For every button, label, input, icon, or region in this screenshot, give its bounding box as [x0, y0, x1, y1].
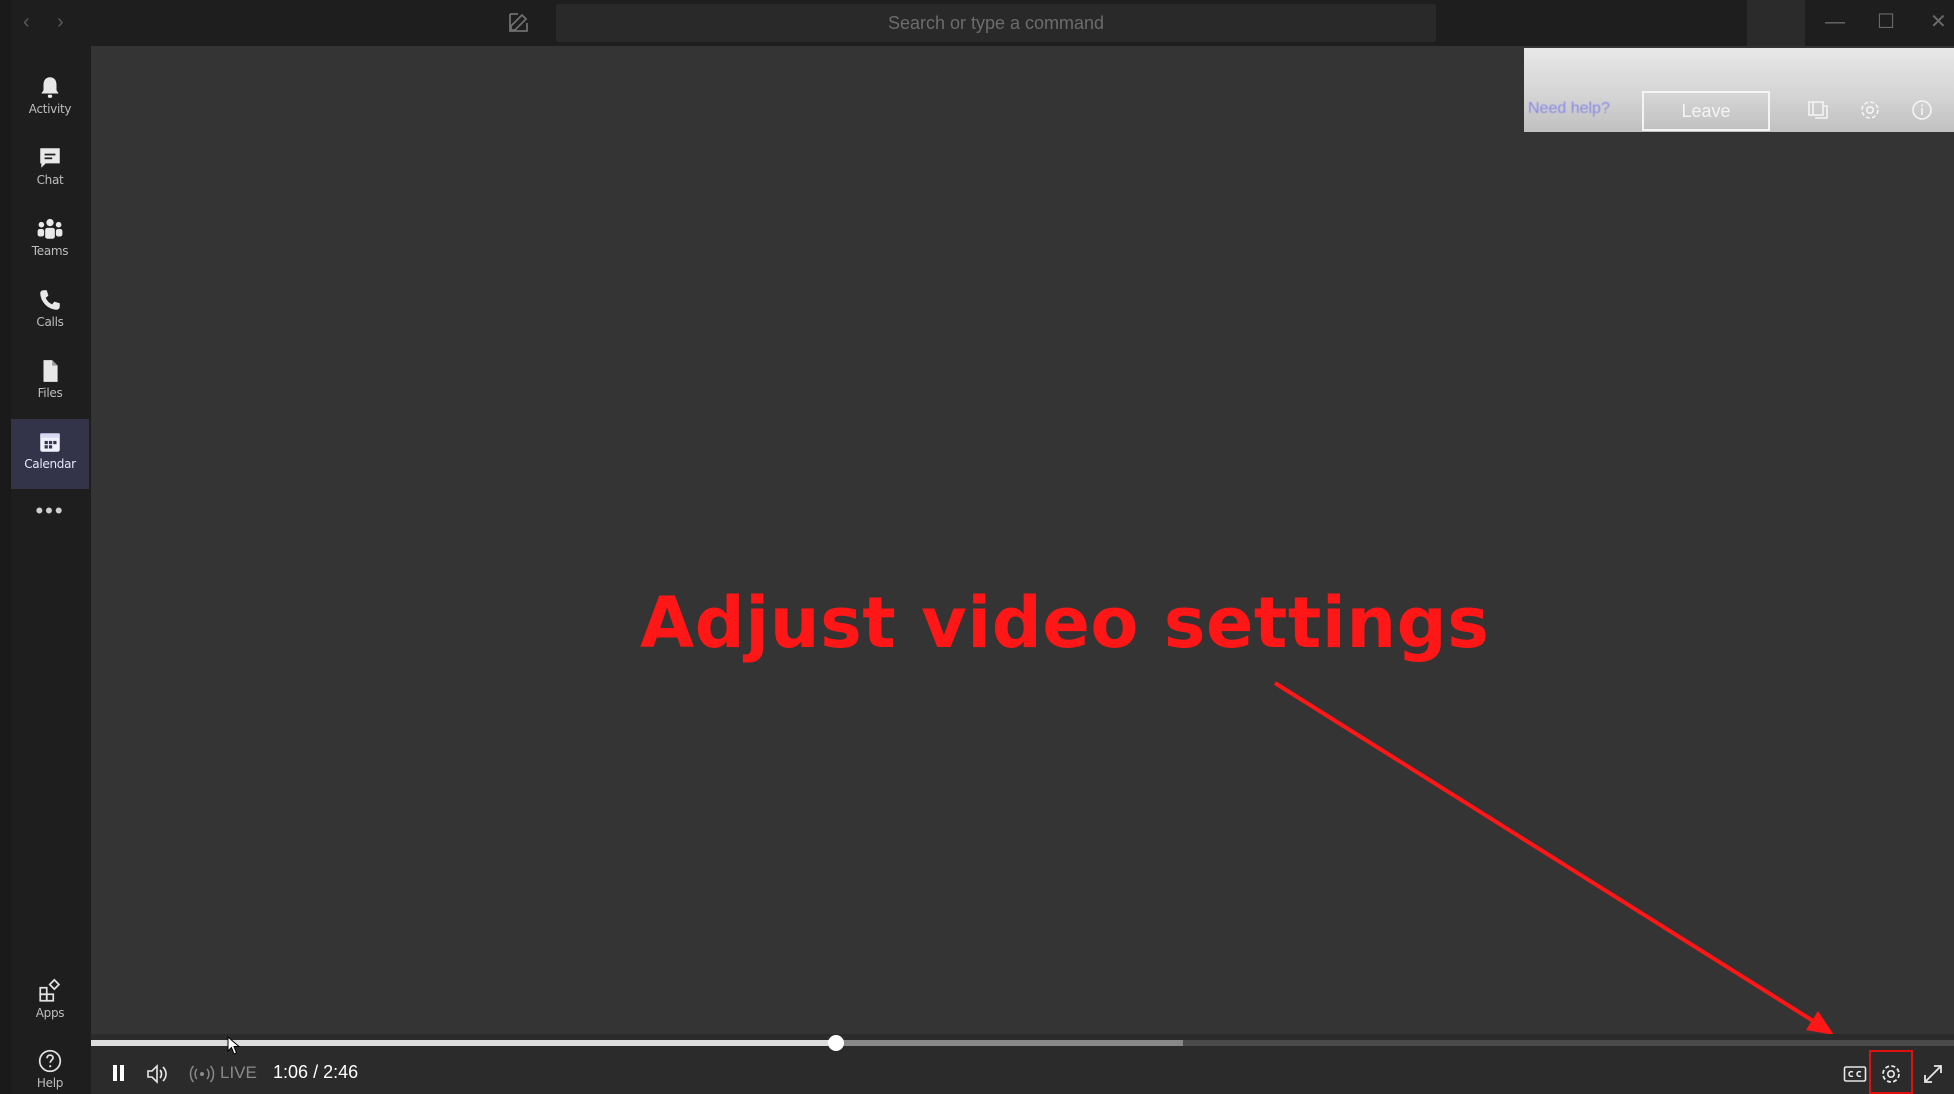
sidebar-item-label: Calendar [24, 457, 76, 471]
mouse-cursor-icon [227, 1036, 241, 1055]
compose-icon[interactable] [507, 10, 533, 36]
forward-arrow-icon[interactable]: › [57, 10, 64, 34]
time-separator: / [313, 1062, 319, 1082]
teams-icon [37, 218, 63, 239]
info-icon[interactable] [1910, 98, 1936, 124]
back-arrow-icon[interactable]: ‹ [23, 10, 30, 34]
seek-bar[interactable] [91, 1035, 1954, 1051]
search-placeholder: Search or type a command [887, 13, 1105, 33]
sidebar-item-apps[interactable]: Apps [11, 968, 89, 1038]
live-label[interactable]: LIVE [220, 1063, 257, 1083]
sidebar-item-label: Activity [28, 102, 72, 116]
gear-icon[interactable] [1858, 98, 1884, 124]
video-stage[interactable] [91, 46, 1954, 1094]
title-bar: ‹ › Search or type a command — ☐ ✕ [11, 0, 1954, 50]
player-controls: LIVE 1:06 / 2:46 [91, 1034, 1954, 1094]
sidebar-item-chat[interactable]: Chat [11, 135, 89, 205]
captions-icon[interactable] [1843, 1064, 1867, 1092]
bell-icon [41, 77, 59, 98]
meeting-overlay: Need help? Leave [1524, 48, 1954, 132]
sidebar-item-label: Apps [35, 1006, 65, 1020]
seek-thumb[interactable] [828, 1035, 845, 1051]
apps-icon [39, 978, 61, 1002]
annotation-text: Adjust video settings [640, 582, 1490, 664]
sidebar-item-activity[interactable]: Activity [11, 64, 89, 134]
avatar[interactable] [1747, 0, 1805, 50]
leave-button[interactable]: Leave [1642, 91, 1770, 131]
sidebar-item-files[interactable]: Files [11, 348, 89, 418]
played-range [91, 1040, 837, 1046]
calendar-icon [40, 433, 60, 452]
need-help-link[interactable]: Need help? [1528, 100, 1610, 118]
chat-panel-icon[interactable] [1806, 98, 1832, 124]
sidebar-item-label: Calls [36, 315, 64, 329]
sidebar-item-label: Teams [31, 244, 69, 258]
search-input[interactable]: Search or type a command [556, 4, 1436, 42]
live-broadcast-icon [189, 1064, 215, 1092]
app-rail: Activity Chat Teams Calls Files Calendar… [11, 46, 91, 1094]
time-display: 1:06 / 2:46 [273, 1062, 358, 1083]
volume-icon[interactable] [146, 1063, 172, 1091]
file-icon [43, 360, 58, 382]
window-edge [0, 0, 11, 1094]
fullscreen-icon[interactable] [1921, 1062, 1945, 1090]
minimize-icon[interactable]: — [1825, 8, 1845, 36]
help-icon [38, 1049, 62, 1073]
gear-icon[interactable] [1879, 1062, 1903, 1090]
close-icon[interactable]: ✕ [1930, 8, 1947, 36]
phone-icon [40, 290, 60, 310]
pause-icon[interactable] [111, 1064, 127, 1092]
current-time: 1:06 [273, 1062, 309, 1082]
sidebar-item-calendar[interactable]: Calendar [11, 419, 89, 489]
sidebar-item-teams[interactable]: Teams [11, 206, 89, 276]
chat-icon [40, 148, 60, 168]
sidebar-item-help[interactable]: Help [11, 1038, 89, 1094]
sidebar-item-label: Chat [36, 173, 64, 187]
total-time: 2:46 [323, 1062, 359, 1082]
sidebar-item-label: Help [36, 1076, 64, 1090]
maximize-icon[interactable]: ☐ [1877, 8, 1895, 36]
sidebar-item-calls[interactable]: Calls [11, 277, 89, 347]
more-apps-icon[interactable]: ••• [11, 498, 89, 524]
sidebar-item-label: Files [37, 386, 63, 400]
